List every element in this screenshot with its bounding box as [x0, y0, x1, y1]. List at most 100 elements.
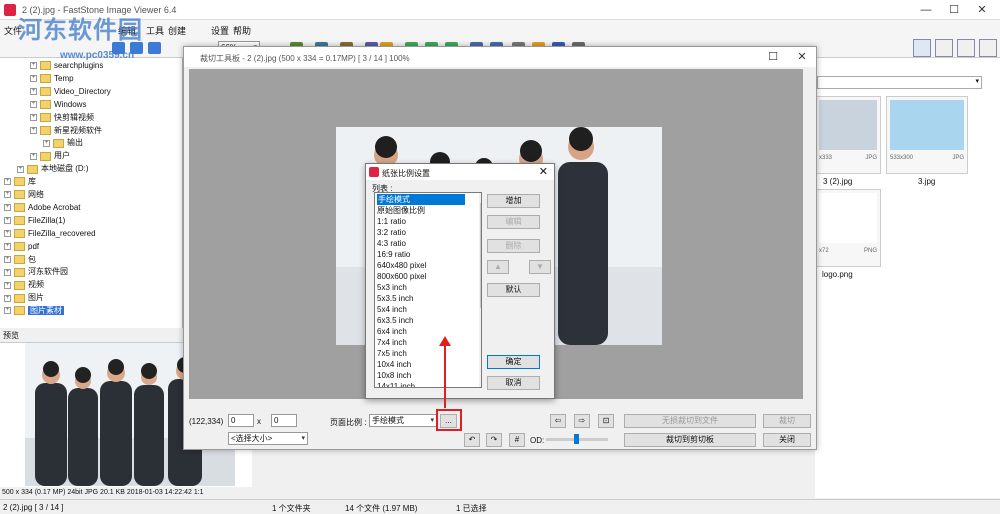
ratio-list-item[interactable]: 640x480 pixel: [377, 260, 426, 271]
view-list-button[interactable]: [957, 39, 975, 57]
expand-icon[interactable]: +: [4, 281, 11, 289]
opacity-slider[interactable]: [546, 434, 608, 444]
tree-item[interactable]: + 网络: [4, 188, 44, 201]
ratio-list-item[interactable]: 5x4 inch: [377, 304, 407, 315]
ratio-list-item[interactable]: 4:3 ratio: [377, 238, 406, 249]
expand-icon[interactable]: +: [17, 165, 24, 173]
minimize-button[interactable]: —: [912, 2, 940, 18]
ratio-list-item[interactable]: 10x4 inch: [377, 359, 411, 370]
expand-icon[interactable]: +: [4, 217, 11, 225]
delete-button[interactable]: 删除: [487, 239, 540, 253]
expand-icon[interactable]: +: [4, 268, 11, 276]
expand-icon[interactable]: +: [30, 62, 37, 70]
view-thumbs-button[interactable]: [913, 39, 931, 57]
tree-item[interactable]: + FileZilla_recovered: [4, 227, 96, 240]
view-full-button[interactable]: [979, 39, 997, 57]
tree-item[interactable]: + Video_Directory: [30, 85, 111, 98]
crop-button[interactable]: 裁切: [763, 414, 811, 428]
tree-item[interactable]: + 河东软件园: [4, 265, 68, 278]
ratio-select[interactable]: 手绘模式 ▾: [369, 414, 437, 427]
view-details-button[interactable]: [935, 39, 953, 57]
ratio-list-item[interactable]: 7x5 inch: [377, 348, 407, 359]
rotate-right-icon[interactable]: ↷: [486, 433, 502, 447]
crop-vertical-scrollbar[interactable]: [805, 69, 815, 399]
move-down-button[interactable]: ▼: [529, 260, 551, 274]
ratio-list-item[interactable]: 3:2 ratio: [377, 227, 406, 238]
crop-fit-icon[interactable]: ⊡: [598, 414, 614, 428]
ratio-list-item[interactable]: 10x8 inch: [377, 370, 411, 381]
dialog-close-icon[interactable]: ✕: [539, 165, 548, 178]
ratio-list-item[interactable]: 7x4 inch: [377, 337, 407, 348]
expand-icon[interactable]: +: [4, 178, 11, 186]
tree-item[interactable]: + 新星视频软件: [30, 124, 102, 137]
expand-icon[interactable]: +: [30, 113, 37, 121]
tree-item[interactable]: + pdf: [4, 240, 39, 253]
tree-item[interactable]: + 本地磁盘 (D:): [17, 162, 89, 175]
expand-icon[interactable]: +: [30, 126, 37, 134]
crop-maximize-button[interactable]: ☐: [759, 49, 787, 65]
arrow-right-icon[interactable]: ⇨: [574, 414, 590, 428]
tree-item[interactable]: + 输出: [43, 136, 83, 149]
crop-to-clipboard-button[interactable]: 裁切到剪切板: [624, 433, 756, 447]
slider-thumb[interactable]: [574, 434, 579, 444]
thumbnail-logo[interactable]: x72 PNG: [815, 189, 881, 267]
expand-icon[interactable]: +: [30, 152, 37, 160]
tree-item[interactable]: + Adobe Acrobat: [4, 201, 80, 214]
tree-item[interactable]: + 视频: [4, 278, 44, 291]
folder-path-combo[interactable]: ▾: [817, 76, 982, 89]
lossless-crop-button[interactable]: 无损裁切到文件: [624, 414, 756, 428]
expand-icon[interactable]: +: [30, 75, 37, 83]
ratio-list-item[interactable]: 800x600 pixel: [377, 271, 426, 282]
ratio-list-item[interactable]: 6x3.5 inch: [377, 315, 413, 326]
list-scrollbar[interactable]: [479, 193, 481, 387]
tree-item[interactable]: + 图片素材: [4, 304, 64, 317]
tree-item[interactable]: + 图片: [4, 291, 44, 304]
ratio-list-item[interactable]: 6x4 inch: [377, 326, 407, 337]
size-select[interactable]: <选择大小> ▾: [228, 432, 308, 445]
expand-icon[interactable]: +: [43, 139, 50, 147]
menu-create[interactable]: 创建: [168, 24, 186, 37]
ratio-list-item[interactable]: 5x3.5 inch: [377, 293, 413, 304]
crop-horizontal-scrollbar[interactable]: [189, 399, 803, 409]
move-up-button[interactable]: ▲: [487, 260, 509, 274]
tree-item[interactable]: + Windows: [30, 98, 86, 111]
tree-item[interactable]: + Temp: [30, 72, 74, 85]
ratio-list-item[interactable]: 5x3 inch: [377, 282, 407, 293]
ratio-list-item[interactable]: 1:1 ratio: [377, 216, 406, 227]
ratio-list-item[interactable]: 原始图像比例: [377, 205, 425, 216]
fit-icon[interactable]: [148, 42, 161, 54]
tree-item[interactable]: + 包: [4, 253, 36, 266]
close-button[interactable]: ✕: [968, 2, 996, 18]
crop-y-input[interactable]: 0: [271, 414, 297, 427]
thumbnail-3-2[interactable]: x333 JPG: [815, 96, 881, 174]
menu-settings[interactable]: 设置: [211, 24, 229, 37]
crop-close-button[interactable]: ✕: [788, 49, 816, 65]
cancel-button[interactable]: 取消: [487, 376, 540, 390]
ratio-list-item[interactable]: 16:9 ratio: [377, 249, 410, 260]
expand-icon[interactable]: +: [30, 88, 37, 96]
ok-button[interactable]: 确定: [487, 355, 540, 369]
add-button[interactable]: 增加: [487, 194, 540, 208]
tree-item[interactable]: + FileZilla(1): [4, 214, 65, 227]
thumbnail-3[interactable]: 533x300 JPG: [886, 96, 968, 174]
ratio-listbox[interactable]: 手绘模式 原始图像比例 1:1 ratio 3:2 ratio 4:3 ratio 16:…: [374, 192, 482, 388]
maximize-button[interactable]: ☐: [940, 2, 968, 18]
menu-help[interactable]: 帮助: [233, 24, 251, 37]
ratio-list-item[interactable]: 手绘模式: [377, 194, 465, 205]
ratio-list-item[interactable]: 14x11 inch: [377, 381, 415, 387]
expand-icon[interactable]: +: [30, 101, 37, 109]
expand-icon[interactable]: +: [4, 294, 11, 302]
grid-icon[interactable]: #: [509, 433, 525, 447]
crop-x-input[interactable]: 0: [228, 414, 254, 427]
folder-tree[interactable]: + searchplugins + Temp + Video_Directory + Wind…: [0, 58, 183, 328]
tree-item[interactable]: + 用户: [30, 149, 70, 162]
expand-icon[interactable]: +: [4, 255, 11, 263]
expand-icon[interactable]: +: [4, 230, 11, 238]
default-button[interactable]: 默认: [487, 283, 540, 297]
expand-icon[interactable]: +: [4, 242, 11, 250]
edit-button[interactable]: 编辑: [487, 215, 540, 229]
close-crop-button[interactable]: 关闭: [763, 433, 811, 447]
expand-icon[interactable]: +: [4, 307, 11, 315]
tree-item[interactable]: + 快剪辑视频: [30, 111, 94, 124]
expand-icon[interactable]: +: [4, 204, 11, 212]
